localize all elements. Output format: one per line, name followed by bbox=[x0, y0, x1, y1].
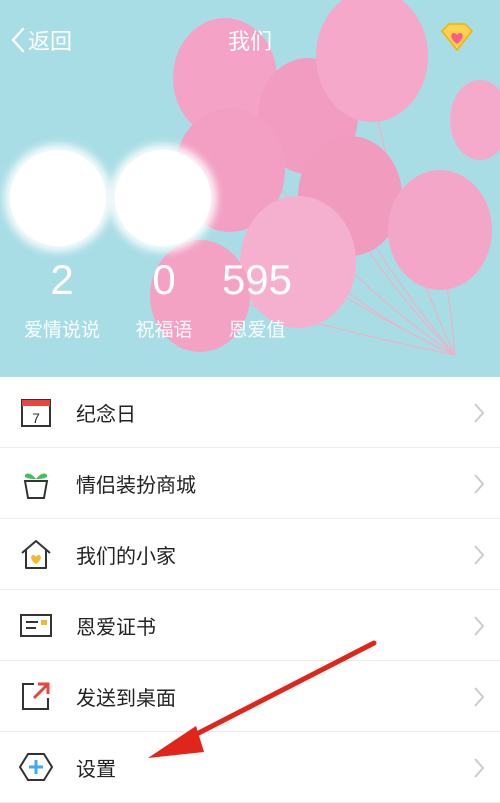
avatar-right[interactable] bbox=[115, 150, 211, 246]
chevron-right-icon bbox=[474, 616, 485, 636]
menu-item-label: 设置 bbox=[76, 756, 116, 781]
certificate-icon bbox=[20, 614, 52, 637]
stat-label: 恩爱值 bbox=[228, 319, 286, 341]
chevron-right-icon bbox=[474, 403, 485, 423]
menu-item-home[interactable]: 我们的小家 bbox=[0, 519, 500, 590]
stats-row: 2 爱情说说 0 祝福语 595 恩爱值 bbox=[0, 255, 500, 355]
top-bar: 返回 我们 bbox=[0, 0, 500, 80]
menu-item-anniversary[interactable]: 7 纪念日 bbox=[0, 377, 500, 448]
stat-blessings[interactable]: 0 祝福语 bbox=[122, 255, 206, 342]
menu-item-shop[interactable]: 情侣装扮商城 bbox=[0, 448, 500, 519]
house-heart-icon bbox=[21, 540, 51, 569]
profile-header: 返回 我们 2 爱情说说 0 祝福语 595 恩爱值 bbox=[0, 0, 500, 377]
menu-item-label: 发送到桌面 bbox=[76, 685, 176, 710]
menu-item-label: 恩爱证书 bbox=[76, 614, 156, 639]
menu-item-label: 纪念日 bbox=[76, 401, 136, 426]
stat-value: 0 bbox=[152, 256, 176, 303]
stat-value: 2 bbox=[50, 256, 74, 303]
stat-posts[interactable]: 2 爱情说说 bbox=[14, 255, 110, 342]
chevron-right-icon bbox=[474, 474, 485, 494]
menu-item-certificate[interactable]: 恩爱证书 bbox=[0, 590, 500, 661]
menu-item-settings[interactable]: 设置 bbox=[0, 732, 500, 803]
chevron-right-icon bbox=[474, 758, 485, 778]
chevron-right-icon bbox=[474, 545, 485, 565]
stat-label: 爱情说说 bbox=[23, 319, 100, 341]
stat-love-points[interactable]: 595 恩爱值 bbox=[214, 255, 300, 342]
send-to-desktop-icon bbox=[22, 682, 50, 710]
page-title: 我们 bbox=[227, 30, 272, 55]
calendar-day: 7 bbox=[32, 410, 40, 426]
menu-item-send-to-desktop[interactable]: 发送到桌面 bbox=[0, 661, 500, 732]
diamond-vip-icon[interactable] bbox=[440, 22, 474, 52]
menu-item-label: 我们的小家 bbox=[76, 543, 176, 568]
plant-pot-icon bbox=[23, 473, 49, 499]
chevron-right-icon bbox=[474, 687, 485, 707]
menu-list: 7 纪念日 情侣装扮商城 我们的小家 恩爱证书 发送到桌面 设置 bbox=[0, 377, 500, 803]
stat-value: 595 bbox=[221, 256, 293, 303]
calendar-icon: 7 bbox=[21, 399, 51, 427]
menu-item-label: 情侣装扮商城 bbox=[76, 472, 196, 497]
stat-label: 祝福语 bbox=[135, 319, 193, 341]
avatar-left[interactable] bbox=[10, 150, 106, 246]
settings-plus-icon bbox=[18, 753, 54, 781]
